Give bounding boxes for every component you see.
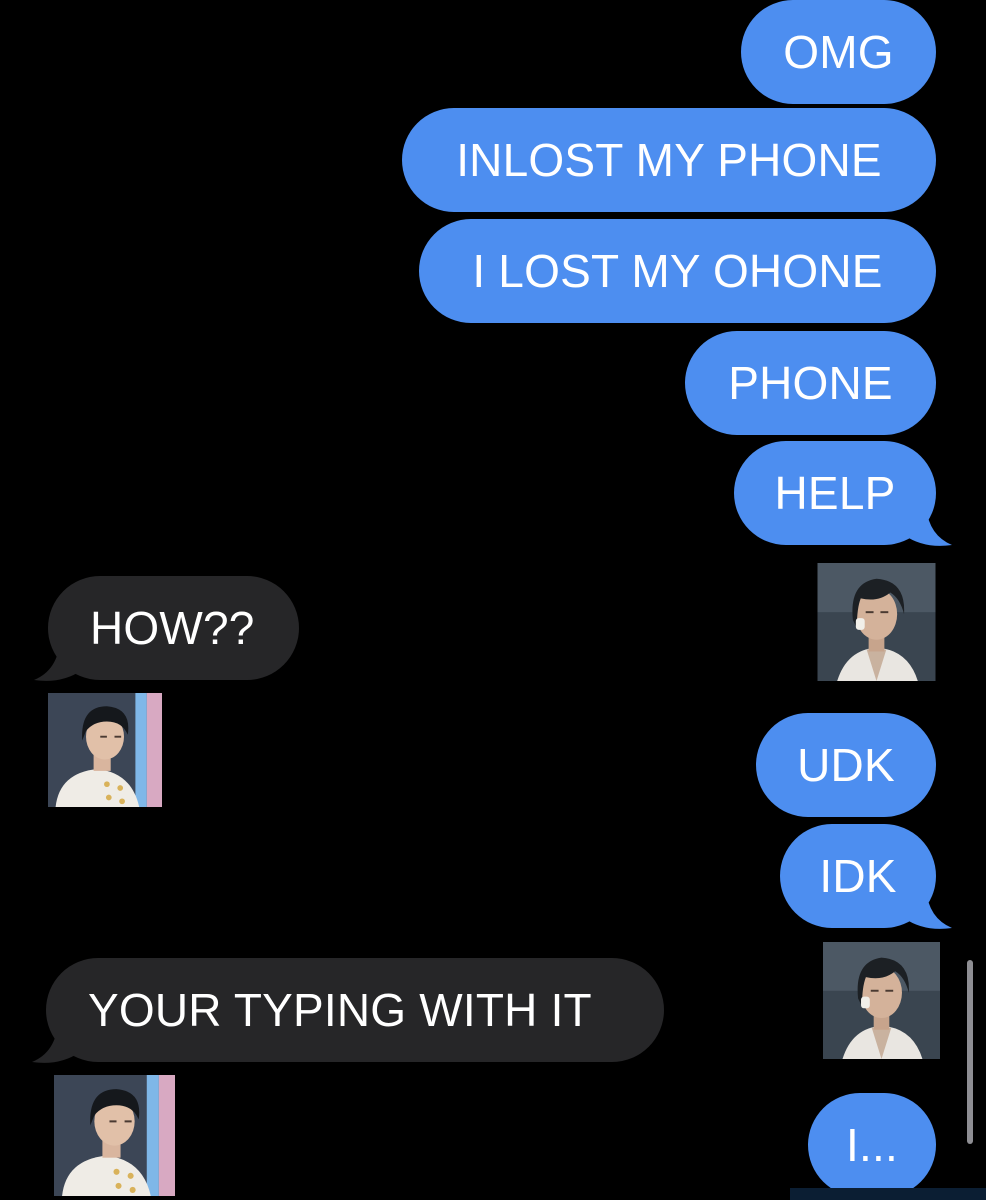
message-bubble-sent[interactable]: PHONE xyxy=(685,331,936,435)
message-bubble-sent[interactable]: UDK xyxy=(756,713,936,817)
bubble-tail xyxy=(904,505,952,546)
message-bubble-received[interactable]: YOUR TYPING WITH IT xyxy=(46,958,664,1062)
reaction-image[interactable] xyxy=(48,693,162,807)
message-bubble-sent[interactable]: OMG xyxy=(741,0,936,104)
scrollbar-thumb[interactable] xyxy=(967,960,973,1144)
man-long-hair-image xyxy=(823,942,940,1059)
man-long-hair-image xyxy=(817,563,936,681)
bubble-tail xyxy=(34,640,82,681)
reaction-image[interactable] xyxy=(823,942,940,1059)
man-chef-image xyxy=(48,693,162,807)
message-bubble-sent[interactable]: I LOST MY OHONE xyxy=(419,219,936,323)
reaction-image[interactable] xyxy=(54,1075,175,1196)
message-bubble-sent[interactable]: I... xyxy=(808,1093,936,1197)
bubble-tail xyxy=(904,888,952,929)
message-bubble-sent[interactable]: INLOST MY PHONE xyxy=(402,108,936,212)
bubble-tail xyxy=(32,1022,80,1063)
message-bubble-received[interactable]: HOW?? xyxy=(48,576,299,680)
bottom-edge-strip xyxy=(790,1188,986,1200)
reaction-image[interactable] xyxy=(817,563,936,681)
man-chef-image xyxy=(54,1075,175,1196)
